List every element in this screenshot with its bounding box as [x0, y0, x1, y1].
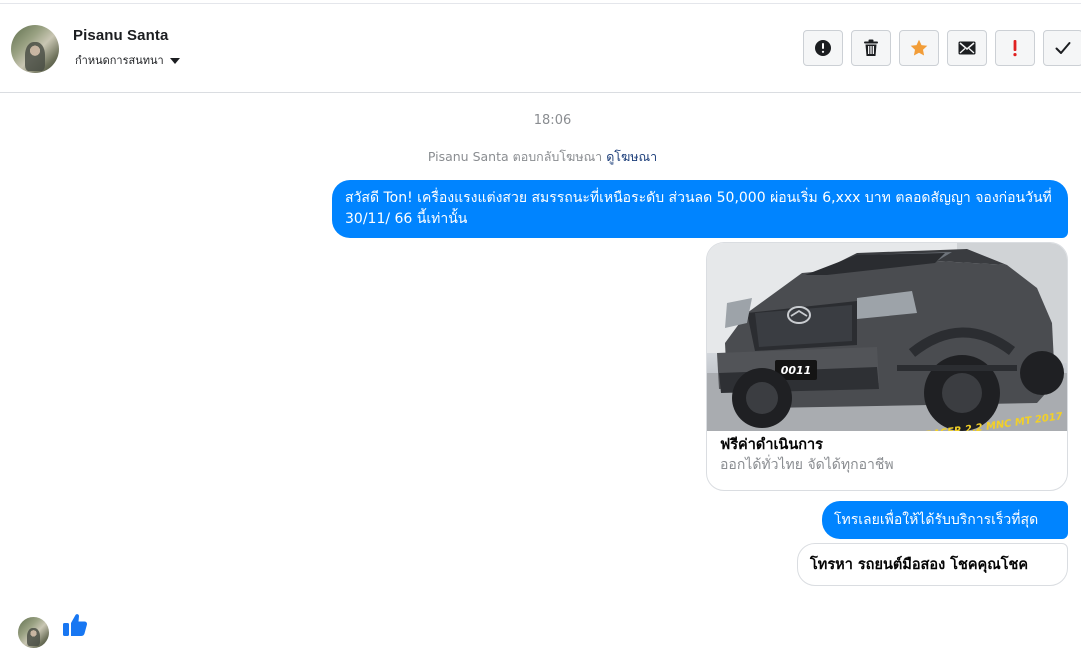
ad-card-subtitle: ออกได้ทั่วไทย จัดได้ทุกอาชีพ: [720, 457, 894, 473]
license-plate-text: 0011: [781, 364, 812, 377]
ad-card[interactable]: 0011 BT-50 PRO HI-RACER 2.2 MNC MT 2017 …: [706, 242, 1068, 491]
assign-conversation-label: กำหนดการสนทนา: [75, 54, 164, 67]
contact-name[interactable]: Pisanu Santa: [73, 27, 168, 44]
conversation-header: Pisanu Santa กำหนดการสนทนา: [0, 4, 1081, 93]
quick-reply-button[interactable]: โทรหา รถยนต์มือสอง โชคคุณโชค: [797, 543, 1068, 586]
view-ad-link[interactable]: ดูโฆษณา: [606, 149, 657, 164]
ad-reply-note: Pisanu Santa ตอบกลับโฆษณา ดูโฆษณา: [0, 147, 1081, 167]
alert-circle-icon: [815, 40, 831, 56]
star-button[interactable]: [899, 30, 939, 66]
thumbs-up-icon[interactable]: [62, 612, 88, 638]
message-timestamp: 18:06: [533, 113, 572, 128]
ad-card-title: ฟรีค่าดำเนินการ: [720, 437, 823, 453]
trash-icon: [864, 39, 878, 56]
exclamation-icon: [1013, 40, 1017, 57]
car-photo: 0011 BT-50 PRO HI-RACER 2.2 MNC MT 2017: [707, 243, 1067, 431]
conversation-toolbar: [803, 30, 1081, 66]
contact-avatar[interactable]: [11, 25, 59, 73]
assign-conversation-dropdown[interactable]: กำหนดการสนทนา: [75, 51, 180, 69]
delete-button[interactable]: [851, 30, 891, 66]
report-spam-button[interactable]: [803, 30, 843, 66]
outgoing-message: โทรเลยเพื่อให้ได้รับบริการเร็วที่สุด: [822, 501, 1068, 539]
follow-up-button[interactable]: [995, 30, 1035, 66]
outgoing-message: สวัสดี Ton! เครื่องแรงแต่งสวย สมรรถนะที่…: [332, 180, 1068, 238]
star-icon: [910, 39, 928, 56]
ad-reply-text: Pisanu Santa ตอบกลับโฆษณา: [427, 149, 603, 164]
caret-down-icon: [169, 57, 180, 64]
contact-avatar-small: [18, 617, 49, 648]
checkmark-icon: [1055, 42, 1071, 54]
mark-done-button[interactable]: [1043, 30, 1081, 66]
mark-unread-button[interactable]: [947, 30, 987, 66]
envelope-icon: [958, 41, 976, 55]
